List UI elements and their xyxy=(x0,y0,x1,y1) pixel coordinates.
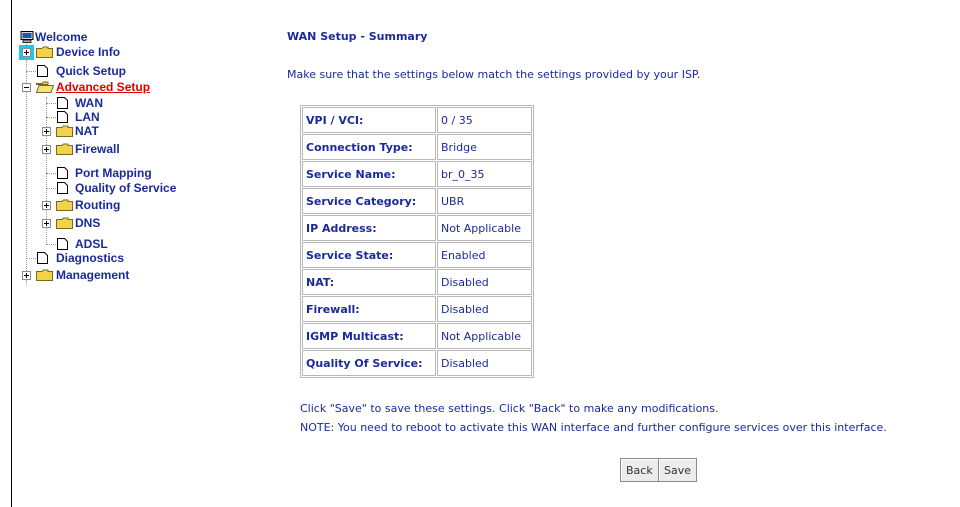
tree-line xyxy=(46,244,56,245)
back-button[interactable]: Back xyxy=(620,458,659,482)
summary-row: IP Address: Not Applicable xyxy=(302,215,532,241)
tree-line xyxy=(26,41,27,285)
page-icon xyxy=(57,97,68,109)
summary-value: Bridge xyxy=(437,134,532,160)
summary-row: Service State: Enabled xyxy=(302,242,532,268)
summary-label: IP Address: xyxy=(302,215,436,241)
summary-label: Service Name: xyxy=(302,161,436,187)
page-icon xyxy=(57,111,68,123)
tree-label-nat: NAT xyxy=(75,124,99,138)
page-icon xyxy=(37,65,48,77)
tree-label-firewall: Firewall xyxy=(75,142,120,156)
summary-label: IGMP Multicast: xyxy=(302,323,436,349)
summary-value: br_0_35 xyxy=(437,161,532,187)
page-icon xyxy=(57,238,68,250)
folder-icon xyxy=(56,199,73,211)
page-icon xyxy=(57,167,68,179)
summary-row: Quality Of Service: Disabled xyxy=(302,350,532,376)
folder-icon xyxy=(56,125,73,137)
tree-line xyxy=(26,71,36,72)
save-button[interactable]: Save xyxy=(658,458,698,482)
tree-label-routing: Routing xyxy=(75,198,121,212)
tree-label-dns: DNS xyxy=(75,216,101,230)
summary-row: Connection Type: Bridge xyxy=(302,134,532,160)
summary-label: Service Category: xyxy=(302,188,436,214)
instruction-text: Click "Save" to save these settings. Cli… xyxy=(300,402,719,415)
folder-icon xyxy=(56,143,73,155)
summary-row: NAT: Disabled xyxy=(302,269,532,295)
tree-label-quick-setup: Quick Setup xyxy=(56,64,127,78)
summary-row: VPI / VCI: 0 / 35 xyxy=(302,107,532,133)
summary-row: Service Category: UBR xyxy=(302,188,532,214)
expand-toggle-icon[interactable] xyxy=(42,145,51,154)
summary-value: Not Applicable xyxy=(437,323,532,349)
summary-table: VPI / VCI: 0 / 35 Connection Type: Bridge Se… xyxy=(300,105,534,378)
tree-label-management: Management xyxy=(56,268,130,282)
summary-row: IGMP Multicast: Not Applicable xyxy=(302,323,532,349)
summary-row: Service Name: br_0_35 xyxy=(302,161,532,187)
tree-label-welcome: Welcome xyxy=(35,30,88,44)
expand-toggle-icon[interactable] xyxy=(19,45,34,60)
collapse-toggle-icon[interactable] xyxy=(22,83,31,92)
summary-label: VPI / VCI: xyxy=(302,107,436,133)
intro-text: Make sure that the settings below match … xyxy=(287,68,701,81)
page-title: WAN Setup - Summary xyxy=(287,30,428,43)
summary-label: NAT: xyxy=(302,269,436,295)
expand-toggle-icon[interactable] xyxy=(42,127,51,136)
folder-icon xyxy=(56,217,73,229)
folder-icon xyxy=(36,46,53,58)
summary-row: Firewall: Disabled xyxy=(302,296,532,322)
summary-value: Not Applicable xyxy=(437,215,532,241)
tree-line xyxy=(46,117,56,118)
tree-line xyxy=(46,103,56,104)
tree-line xyxy=(46,173,56,174)
summary-value: Disabled xyxy=(437,269,532,295)
summary-label: Service State: xyxy=(302,242,436,268)
tree-label-diagnostics: Diagnostics xyxy=(56,251,125,265)
page-icon xyxy=(57,182,68,194)
tree-label-device-info: Device Info xyxy=(56,45,121,59)
summary-value: 0 / 35 xyxy=(437,107,532,133)
summary-label: Connection Type: xyxy=(302,134,436,160)
tree-line xyxy=(26,258,36,259)
tree-line xyxy=(46,188,56,189)
open-folder-icon xyxy=(36,81,54,93)
tree-label-wan: WAN xyxy=(75,96,103,110)
summary-value: UBR xyxy=(437,188,532,214)
expand-toggle-icon[interactable] xyxy=(42,201,51,210)
summary-value: Disabled xyxy=(437,296,532,322)
folder-icon xyxy=(36,269,53,281)
summary-value: Enabled xyxy=(437,242,532,268)
tree-label-adsl: ADSL xyxy=(75,237,108,251)
summary-label: Quality Of Service: xyxy=(302,350,436,376)
tree-label-lan: LAN xyxy=(75,110,100,124)
summary-label: Firewall: xyxy=(302,296,436,322)
computer-icon xyxy=(20,31,34,43)
tree-label-port-mapping: Port Mapping xyxy=(75,166,152,180)
expand-toggle-icon[interactable] xyxy=(42,219,51,228)
expand-toggle-icon[interactable] xyxy=(22,271,31,280)
page-icon xyxy=(37,252,48,264)
tree-label-quality-of-service: Quality of Service xyxy=(75,181,177,195)
summary-value: Disabled xyxy=(437,350,532,376)
frame-border xyxy=(11,0,12,507)
reboot-note: NOTE: You need to reboot to activate thi… xyxy=(300,421,887,434)
tree-label-advanced-setup: Advanced Setup xyxy=(56,80,151,94)
